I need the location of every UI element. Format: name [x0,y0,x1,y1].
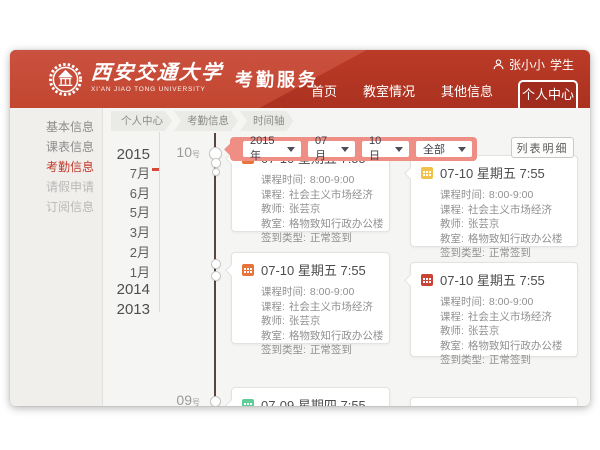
attendance-card: 07-10 星期五 7:55 课程时间:8:00-9:00 课程:社会主义市场经… [410,155,578,247]
app-header: 西安交通大学 XI'AN JIAO TONG UNIVERSITY 考勤服务 张… [10,50,590,108]
breadcrumb-timeline[interactable]: 时间轴 [240,111,294,131]
current-month-tick [152,168,159,171]
axis-month-mar[interactable]: 3月 [85,222,150,241]
user-info[interactable]: 张小小 学生 [493,56,574,73]
attendance-card: 07-10 星期五 7:55 课程时间:8:00-9:00 课程:社会主义市场经… [231,252,390,344]
filter-bubble: 2015年 07月 10日 全部 [230,137,477,161]
day-marker-09: 09号 [166,392,200,406]
year-select[interactable]: 2015年 [243,141,301,157]
list-detail-button[interactable]: 列表明细 [511,137,574,158]
timeline-node [210,396,221,406]
chevron-down-icon [395,147,403,152]
attendance-card-clipped: 07-09 星期四 7:55 [231,387,390,406]
sidebar-item-basic-info[interactable]: 基本信息 [10,117,102,137]
month-axis-line [159,132,160,312]
chevron-down-icon [458,147,466,152]
day-select[interactable]: 10日 [362,141,409,157]
user-name: 张小小 [509,56,545,73]
calendar-icon [421,274,433,286]
calendar-icon [242,264,254,276]
brand: 西安交通大学 XI'AN JIAO TONG UNIVERSITY 考勤服务 [48,62,319,97]
axis-year-2014[interactable]: 2014 [85,281,150,298]
nav-home[interactable]: 首页 [298,81,350,100]
chevron-down-icon [341,147,349,152]
timeline-node [211,271,221,281]
user-role: 学生 [550,56,574,73]
day-marker-10: 10号 [166,144,200,160]
nav-tab-personal-center[interactable]: 个人中心 [518,80,578,108]
timeline-node [211,259,221,269]
university-name-cn: 西安交通大学 [90,62,224,84]
main-nav: 首页 教室情况 其他信息 个人中心 [298,80,578,108]
attendance-card: 07-10 星期五 7:55 课程时间:8:00-9:00 课程:社会主义市场经… [410,262,578,357]
person-icon [493,59,504,70]
timeline-node [211,158,221,168]
axis-month-jun[interactable]: 6月 [85,183,150,202]
breadcrumb-attendance[interactable]: 考勤信息 [174,111,238,131]
month-select[interactable]: 07月 [308,141,355,157]
calendar-icon [421,167,433,179]
breadcrumb: 个人中心 考勤信息 时间轴 [111,111,296,131]
chevron-down-icon [287,147,295,152]
axis-year-2013[interactable]: 2013 [85,301,150,318]
axis-year-2015[interactable]: 2015 [85,146,150,163]
axis-month-feb[interactable]: 2月 [85,242,150,261]
timeline-node [212,168,220,176]
breadcrumb-personal-center[interactable]: 个人中心 [111,111,172,131]
university-logo-icon [48,62,83,97]
axis-month-may[interactable]: 5月 [85,202,150,221]
axis-month-jul[interactable]: 7月 [85,163,150,182]
attendance-card-clipped [410,397,578,406]
axis-month-jan[interactable]: 1月 [85,262,150,281]
content-area: 基本信息 课表信息 考勤信息 请假申请 订阅信息 个人中心 考勤信息 时间轴 2… [10,108,590,406]
university-name-en: XI'AN JIAO TONG UNIVERSITY [91,86,223,93]
nav-classrooms[interactable]: 教室情况 [350,81,428,100]
calendar-icon [242,399,254,407]
app-window: 西安交通大学 XI'AN JIAO TONG UNIVERSITY 考勤服务 张… [10,50,590,406]
nav-other-info[interactable]: 其他信息 [428,81,506,100]
type-select[interactable]: 全部 [416,141,472,157]
